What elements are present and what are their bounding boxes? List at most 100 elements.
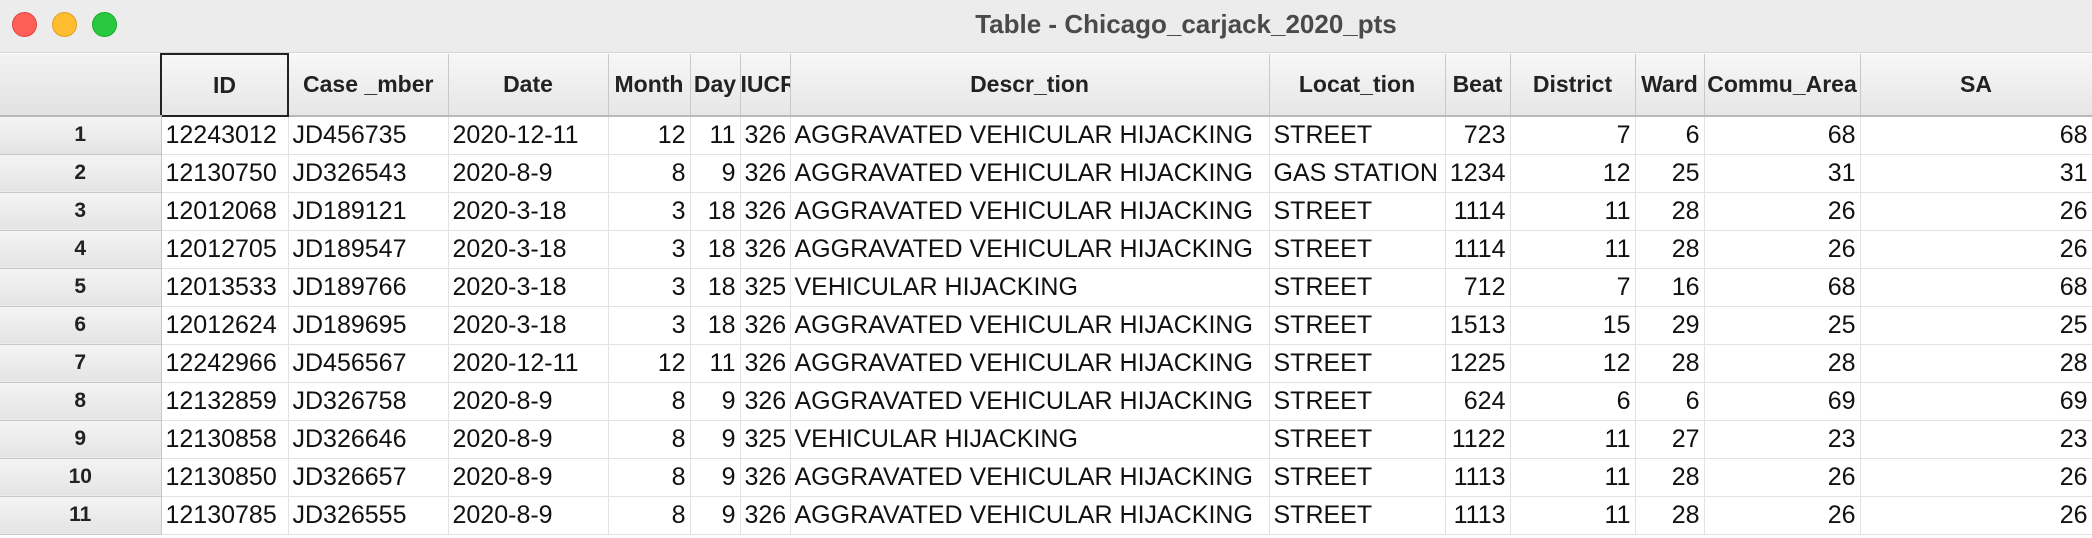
table-cell[interactable]: 68	[1704, 116, 1861, 155]
table-cell[interactable]: 2020-3-18	[448, 306, 609, 345]
table-cell[interactable]: JD456567	[288, 344, 449, 383]
table-cell[interactable]: JD189547	[288, 230, 449, 269]
table-cell[interactable]: 28	[1704, 344, 1861, 383]
table-row[interactable]: 7 12242966 JD456567 2020-12-11 12 11 326 AGGRAV…	[0, 344, 2092, 383]
column-header-12[interactable]: SA	[1860, 54, 2092, 117]
table-cell[interactable]: 2020-8-9	[448, 420, 609, 459]
row-number[interactable]: 9	[0, 420, 162, 459]
table-cell[interactable]: 26	[1860, 458, 2092, 497]
table-cell[interactable]: 8	[608, 458, 691, 497]
table-cell[interactable]: 25	[1635, 154, 1705, 193]
table-cell[interactable]: STREET	[1269, 116, 1446, 155]
table-cell[interactable]: JD189766	[288, 268, 449, 307]
table-cell[interactable]: 68	[1860, 116, 2092, 155]
table-cell[interactable]: 69	[1704, 382, 1861, 421]
table-cell[interactable]: JD326646	[288, 420, 449, 459]
table-cell[interactable]: 6	[1635, 382, 1705, 421]
table-row[interactable]: 3 12012068 JD189121 2020-3-18 3 18 326 AGGRAVAT…	[0, 192, 2092, 231]
table-cell[interactable]: 28	[1635, 344, 1705, 383]
table-cell[interactable]: AGGRAVATED VEHICULAR HIJACKING	[790, 382, 1270, 421]
table-cell[interactable]: 2020-8-9	[448, 154, 609, 193]
table-cell[interactable]: 1234	[1445, 154, 1511, 193]
table-cell[interactable]: 3	[608, 230, 691, 269]
table-cell[interactable]: 2020-8-9	[448, 458, 609, 497]
table-cell[interactable]: 712	[1445, 268, 1511, 307]
column-header-11[interactable]: Commu_Area	[1704, 54, 1861, 117]
table-cell[interactable]: 326	[740, 116, 791, 155]
table-row[interactable]: 8 12132859 JD326758 2020-8-9 8 9 326 AGGRAVATED…	[0, 382, 2092, 421]
table-cell[interactable]: 12132859	[161, 382, 289, 421]
table-cell[interactable]: STREET	[1269, 268, 1446, 307]
row-number[interactable]: 6	[0, 306, 162, 345]
table-cell[interactable]: 9	[690, 496, 741, 535]
table-cell[interactable]: AGGRAVATED VEHICULAR HIJACKING	[790, 230, 1270, 269]
table-cell[interactable]: 31	[1704, 154, 1861, 193]
table-cell[interactable]: STREET	[1269, 230, 1446, 269]
title-bar[interactable]: Table - Chicago_carjack_2020_pts	[0, 0, 2092, 53]
table-cell[interactable]: VEHICULAR HIJACKING	[790, 268, 1270, 307]
column-header-8[interactable]: Beat	[1445, 54, 1511, 117]
table-cell[interactable]: AGGRAVATED VEHICULAR HIJACKING	[790, 458, 1270, 497]
table-cell[interactable]: 7	[1510, 116, 1636, 155]
table-cell[interactable]: 6	[1635, 116, 1705, 155]
table-cell[interactable]: 2020-3-18	[448, 268, 609, 307]
table-cell[interactable]: 6	[1510, 382, 1636, 421]
table-row[interactable]: 9 12130858 JD326646 2020-8-9 8 9 325 VEHICULAR …	[0, 420, 2092, 459]
table-cell[interactable]: 325	[740, 420, 791, 459]
table-cell[interactable]: 23	[1704, 420, 1861, 459]
table-cell[interactable]: 28	[1860, 344, 2092, 383]
table-cell[interactable]: 11	[690, 116, 741, 155]
row-number[interactable]: 1	[0, 116, 162, 155]
row-number[interactable]: 8	[0, 382, 162, 421]
table-cell[interactable]: 3	[608, 306, 691, 345]
table-cell[interactable]: 326	[740, 382, 791, 421]
table-cell[interactable]: 12130750	[161, 154, 289, 193]
table-cell[interactable]: 28	[1635, 496, 1705, 535]
table-cell[interactable]: 25	[1704, 306, 1861, 345]
table-cell[interactable]: STREET	[1269, 420, 1446, 459]
column-header-1[interactable]: Case _mber	[288, 54, 449, 117]
table-cell[interactable]: 12012068	[161, 192, 289, 231]
table-cell[interactable]: JD189121	[288, 192, 449, 231]
table-cell[interactable]: 18	[690, 306, 741, 345]
table-cell[interactable]: STREET	[1269, 382, 1446, 421]
table-row[interactable]: 1 12243012 JD456735 2020-12-11 12 11 326 AGGRAV…	[0, 116, 2092, 155]
column-header-2[interactable]: Date	[448, 54, 609, 117]
table-cell[interactable]: 68	[1860, 268, 2092, 307]
table-cell[interactable]: 26	[1704, 458, 1861, 497]
table-cell[interactable]: 12130858	[161, 420, 289, 459]
table-cell[interactable]: 11	[1510, 458, 1636, 497]
table-cell[interactable]: AGGRAVATED VEHICULAR HIJACKING	[790, 306, 1270, 345]
table-cell[interactable]: 1122	[1445, 420, 1511, 459]
table-cell[interactable]: 12243012	[161, 116, 289, 155]
table-cell[interactable]: 7	[1510, 268, 1636, 307]
table-cell[interactable]: STREET	[1269, 344, 1446, 383]
table-cell[interactable]: JD326758	[288, 382, 449, 421]
row-number[interactable]: 2	[0, 154, 162, 193]
table-cell[interactable]: 624	[1445, 382, 1511, 421]
table-cell[interactable]: 12	[608, 116, 691, 155]
column-header-7[interactable]: Locat_tion	[1269, 54, 1446, 117]
table-cell[interactable]: STREET	[1269, 192, 1446, 231]
table-cell[interactable]: 326	[740, 496, 791, 535]
table-cell[interactable]: 12	[1510, 344, 1636, 383]
column-header-3[interactable]: Month	[608, 54, 691, 117]
table-cell[interactable]: 26	[1704, 230, 1861, 269]
table-cell[interactable]: AGGRAVATED VEHICULAR HIJACKING	[790, 116, 1270, 155]
table-cell[interactable]: JD456735	[288, 116, 449, 155]
table-cell[interactable]: 26	[1704, 192, 1861, 231]
table-cell[interactable]: 326	[740, 192, 791, 231]
table-cell[interactable]: STREET	[1269, 458, 1446, 497]
table-row[interactable]: 6 12012624 JD189695 2020-3-18 3 18 326 AGGRAVAT…	[0, 306, 2092, 345]
table-cell[interactable]: 11	[1510, 420, 1636, 459]
table-cell[interactable]: JD326543	[288, 154, 449, 193]
table-cell[interactable]: VEHICULAR HIJACKING	[790, 420, 1270, 459]
table-cell[interactable]: 12012624	[161, 306, 289, 345]
table-cell[interactable]: 26	[1860, 496, 2092, 535]
table-cell[interactable]: 9	[690, 382, 741, 421]
table-cell[interactable]: 326	[740, 344, 791, 383]
table-row[interactable]: 11 12130785 JD326555 2020-8-9 8 9 326 AGGRAVATE…	[0, 496, 2092, 535]
table-cell[interactable]: 26	[1860, 192, 2092, 231]
table-cell[interactable]: 12	[608, 344, 691, 383]
table-cell[interactable]: 325	[740, 268, 791, 307]
